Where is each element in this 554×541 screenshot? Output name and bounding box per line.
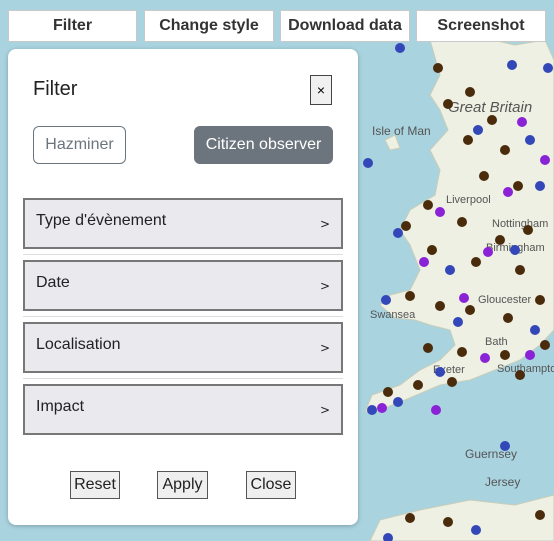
section-date[interactable]: Date > (23, 260, 343, 311)
map-marker-brown (465, 305, 475, 315)
map-label-great-britain: Great Britain (448, 99, 532, 116)
map-marker-brown (471, 257, 481, 267)
map-marker-purple (419, 257, 429, 267)
section-label: Impact (36, 398, 85, 415)
apply-button[interactable]: Apply (157, 471, 208, 499)
map-marker-blue (395, 43, 405, 53)
map-marker-blue (363, 158, 373, 168)
map-marker-purple (483, 247, 493, 257)
download-data-button[interactable]: Download data (280, 10, 410, 42)
map-marker-blue (471, 525, 481, 535)
reset-button[interactable]: Reset (70, 471, 120, 499)
map-marker-brown (500, 145, 510, 155)
map-marker-purple (525, 350, 535, 360)
map-label-liverpool: Liverpool (446, 194, 491, 206)
map-marker-brown (479, 171, 489, 181)
screenshot-button[interactable]: Screenshot (416, 10, 546, 42)
chevron-right-icon: > (319, 279, 330, 293)
divider (23, 316, 343, 317)
toolbar: Filter Change style Download data Screen… (8, 10, 548, 42)
filter-button[interactable]: Filter (8, 10, 137, 42)
chevron-right-icon: > (319, 403, 330, 417)
map-label-jersey: Jersey (485, 475, 520, 489)
chevron-right-icon: > (319, 341, 330, 355)
map-marker-brown (535, 295, 545, 305)
map-marker-purple (431, 405, 441, 415)
map-marker-brown (405, 291, 415, 301)
map-label-guernsey: Guernsey (465, 447, 517, 461)
map-marker-blue (393, 397, 403, 407)
map-marker-brown (413, 380, 423, 390)
map-marker-purple (517, 117, 527, 127)
map-marker-blue (453, 317, 463, 327)
map-marker-brown (535, 510, 545, 520)
map-marker-brown (427, 245, 437, 255)
map-marker-brown (435, 301, 445, 311)
map-marker-purple (377, 403, 387, 413)
map-marker-blue (507, 60, 517, 70)
map-marker-brown (433, 63, 443, 73)
map-marker-blue (473, 125, 483, 135)
map-marker-brown (540, 340, 550, 350)
section-label: Date (36, 274, 70, 291)
section-label: Type d'évènement (36, 212, 167, 229)
map-marker-brown (423, 200, 433, 210)
map-marker-purple (503, 187, 513, 197)
map-marker-blue (445, 265, 455, 275)
map-marker-blue (367, 405, 377, 415)
map-marker-brown (495, 235, 505, 245)
map-marker-blue (500, 441, 510, 451)
map-marker-brown (401, 221, 411, 231)
map-marker-purple (435, 207, 445, 217)
map-marker-brown (500, 350, 510, 360)
change-style-button[interactable]: Change style (144, 10, 274, 42)
map-marker-brown (513, 181, 523, 191)
map-label-nottingham: Nottingham (492, 218, 548, 230)
filter-panel: Filter × Hazminer Citizen observer Type … (8, 49, 358, 525)
map-marker-brown (423, 343, 433, 353)
map-label-gloucester: Gloucester (478, 294, 532, 306)
map-marker-brown (457, 347, 467, 357)
map-marker-brown (523, 225, 533, 235)
chevron-right-icon: > (319, 217, 330, 231)
map-marker-blue (530, 325, 540, 335)
map-marker-purple (459, 293, 469, 303)
map-label-bath: Bath (485, 336, 508, 348)
hazminer-toggle[interactable]: Hazminer (33, 126, 126, 164)
section-event-type[interactable]: Type d'évènement > (23, 198, 343, 249)
map-marker-blue (510, 245, 520, 255)
close-icon[interactable]: × (310, 75, 332, 105)
map-marker-brown (447, 377, 457, 387)
map-marker-purple (540, 155, 550, 165)
map-marker-brown (515, 370, 525, 380)
map-marker-purple (480, 353, 490, 363)
map-marker-brown (383, 387, 393, 397)
section-impact[interactable]: Impact > (23, 384, 343, 435)
map-label-swansea: Swansea (370, 309, 416, 321)
map-marker-brown (515, 265, 525, 275)
divider (23, 254, 343, 255)
section-label: Localisation (36, 336, 121, 353)
map-marker-blue (543, 63, 553, 73)
map-marker-brown (487, 115, 497, 125)
map-marker-brown (465, 87, 475, 97)
divider (23, 378, 343, 379)
map-marker-brown (457, 217, 467, 227)
map-label-isle-of-man: Isle of Man (372, 124, 431, 138)
map-marker-brown (503, 313, 513, 323)
map-marker-brown (443, 99, 453, 109)
map-label-southampton: Southampton (497, 363, 554, 375)
map-marker-blue (535, 181, 545, 191)
close-button[interactable]: Close (246, 471, 296, 499)
section-localisation[interactable]: Localisation > (23, 322, 343, 373)
map-marker-blue (393, 228, 403, 238)
map-marker-brown (443, 517, 453, 527)
citizen-observer-toggle[interactable]: Citizen observer (194, 126, 333, 164)
panel-title: Filter (33, 78, 78, 100)
map-marker-blue (381, 295, 391, 305)
map-marker-brown (405, 513, 415, 523)
map-marker-brown (463, 135, 473, 145)
map-marker-blue (525, 135, 535, 145)
map-marker-blue (435, 367, 445, 377)
